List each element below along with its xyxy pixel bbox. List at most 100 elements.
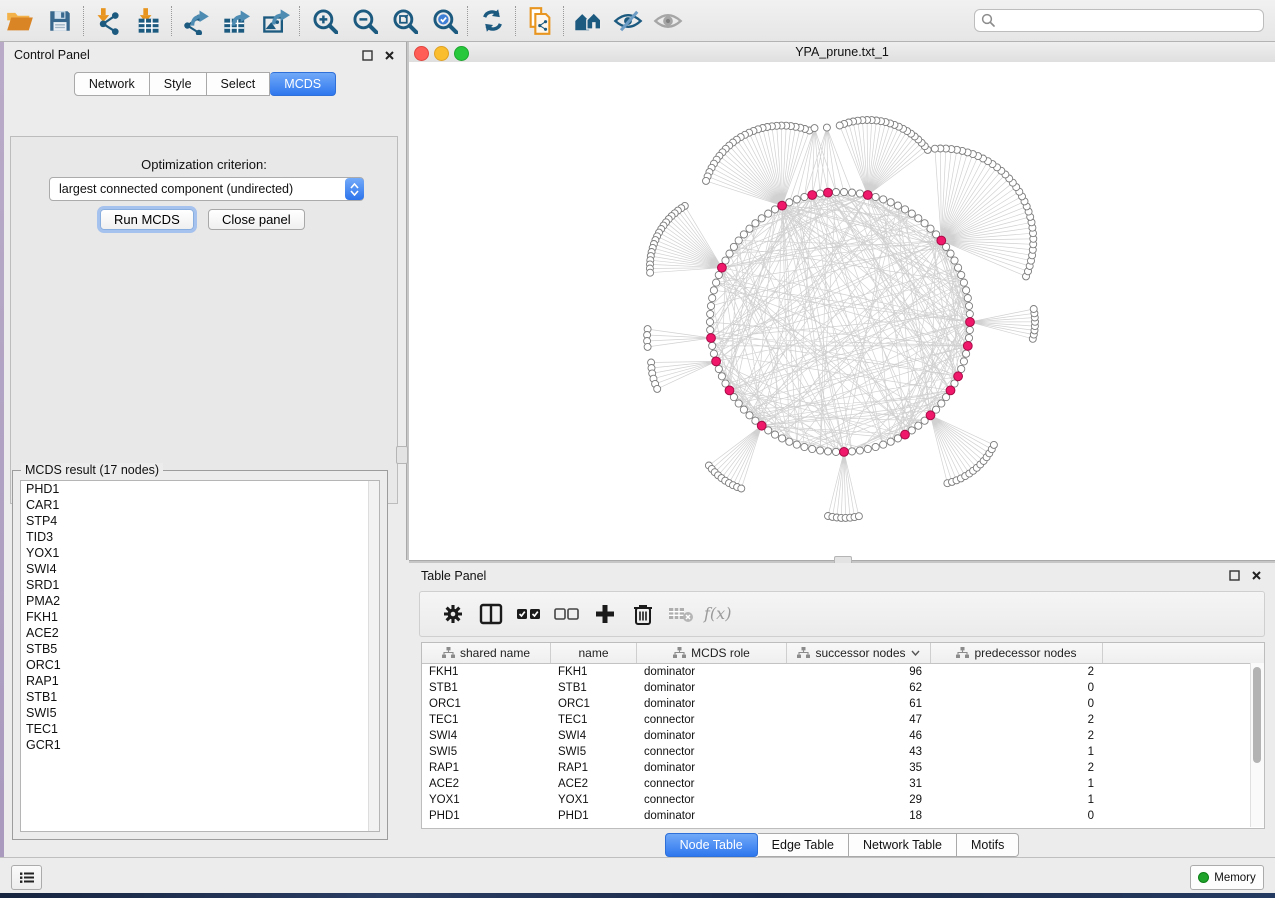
export-table-button[interactable]	[216, 4, 256, 38]
mcds-result-item[interactable]: TEC1	[21, 721, 379, 737]
float-panel-icon[interactable]	[360, 48, 374, 62]
delete-column-button[interactable]	[624, 596, 662, 632]
memory-button[interactable]: Memory	[1190, 865, 1264, 890]
mcds-result-item[interactable]: PHD1	[21, 481, 379, 497]
mcds-result-item[interactable]: PMA2	[21, 593, 379, 609]
table-row-STB1[interactable]: STB1STB1dominator620	[422, 680, 1264, 696]
table-row-PHD1[interactable]: PHD1PHD1dominator180	[422, 808, 1264, 824]
float-panel-icon[interactable]	[1227, 569, 1241, 583]
mcds-result-item[interactable]: STP4	[21, 513, 379, 529]
memory-label: Memory	[1214, 872, 1256, 884]
cell-MCDS-role: dominator	[637, 666, 787, 678]
select-all-columns-button[interactable]	[510, 596, 548, 632]
clone-network-button[interactable]	[520, 4, 560, 38]
column-header-successor-nodes[interactable]: successor nodes	[787, 643, 931, 663]
save-button[interactable]	[40, 4, 80, 38]
zoom-fit-button[interactable]	[384, 4, 424, 38]
table-scrollbar[interactable]	[1250, 663, 1264, 827]
deselect-all-columns-button[interactable]	[548, 596, 586, 632]
mcds-result-item[interactable]: STB5	[21, 641, 379, 657]
tab-node-table[interactable]: Node Table	[665, 833, 758, 857]
column-label: MCDS role	[691, 646, 750, 660]
column-header-predecessor-nodes[interactable]: predecessor nodes	[931, 643, 1103, 663]
mcds-result-item[interactable]: TID3	[21, 529, 379, 545]
mcds-result-item[interactable]: STB1	[21, 689, 379, 705]
export-network-button[interactable]	[176, 4, 216, 38]
search-input[interactable]	[996, 11, 1263, 31]
zoom-in-button[interactable]	[304, 4, 344, 38]
table-scrollbar-thumb[interactable]	[1253, 667, 1261, 763]
close-panel-button[interactable]: Close panel	[208, 209, 305, 230]
mcds-result-item[interactable]: CAR1	[21, 497, 379, 513]
mcds-result-item[interactable]: YOX1	[21, 545, 379, 561]
tab-style[interactable]: Style	[150, 72, 207, 96]
hide-selected-button[interactable]	[608, 4, 648, 38]
table-row-ACE2[interactable]: ACE2ACE2connector311	[422, 776, 1264, 792]
column-header-name[interactable]: name	[551, 643, 637, 663]
mcds-result-item[interactable]: FKH1	[21, 609, 379, 625]
table-settings-button[interactable]	[434, 596, 472, 632]
search-box[interactable]	[974, 9, 1264, 32]
table-row-SWI5[interactable]: SWI5SWI5connector431	[422, 744, 1264, 760]
zoom-out-button[interactable]	[344, 4, 384, 38]
zoom-selected-button[interactable]	[424, 4, 464, 38]
column-header-MCDS-role[interactable]: MCDS role	[637, 643, 787, 663]
mcds-result-item[interactable]: GCR1	[21, 737, 379, 753]
cell-predecessor-nodes: 0	[931, 698, 1103, 710]
list-icon	[19, 871, 35, 884]
table-row-YOX1[interactable]: YOX1YOX1connector291	[422, 792, 1264, 808]
export-image-button[interactable]	[256, 4, 296, 38]
result-list-scrollbar[interactable]	[368, 481, 379, 831]
tab-select[interactable]: Select	[207, 72, 271, 96]
run-mcds-button[interactable]: Run MCDS	[100, 209, 194, 230]
network-canvas[interactable]	[409, 62, 1275, 560]
close-panel-icon[interactable]	[382, 48, 396, 62]
task-history-button[interactable]	[11, 865, 42, 890]
svg-text:f(x): f(x)	[703, 604, 731, 623]
open-button[interactable]	[0, 4, 40, 38]
cell-MCDS-role: dominator	[637, 730, 787, 742]
tab-mcds[interactable]: MCDS	[270, 72, 336, 96]
mcds-result-item[interactable]: ORC1	[21, 657, 379, 673]
column-layout-button[interactable]	[472, 596, 510, 632]
search-icon	[981, 13, 996, 28]
cell-name: SWI4	[551, 730, 637, 742]
table-header-row: shared name name MCDS role successor nodesp…	[422, 643, 1264, 664]
import-table-button[interactable]	[128, 4, 168, 38]
table-row-RAP1[interactable]: RAP1RAP1dominator352	[422, 760, 1264, 776]
mcds-result-item[interactable]: SRD1	[21, 577, 379, 593]
first-neighbors-button[interactable]	[568, 4, 608, 38]
import-network-button[interactable]	[88, 4, 128, 38]
cell-predecessor-nodes: 2	[931, 762, 1103, 774]
vertical-splitter-handle[interactable]	[396, 446, 408, 464]
tab-edge-table[interactable]: Edge Table	[758, 833, 849, 857]
tab-network[interactable]: Network	[74, 72, 150, 96]
cell-successor-nodes: 46	[787, 730, 931, 742]
mcds-result-list[interactable]: PHD1CAR1STP4TID3YOX1SWI4SRD1PMA2FKH1ACE2…	[20, 480, 380, 832]
mcds-result-item[interactable]: RAP1	[21, 673, 379, 689]
cell-shared-name: SWI4	[422, 730, 551, 742]
cell-successor-nodes: 62	[787, 682, 931, 694]
cell-predecessor-nodes: 0	[931, 810, 1103, 822]
mcds-result-item[interactable]: ACE2	[21, 625, 379, 641]
toolbar-separator	[563, 6, 565, 36]
add-column-button[interactable]	[586, 596, 624, 632]
table-row-TEC1[interactable]: TEC1TEC1connector472	[422, 712, 1264, 728]
tab-network-table[interactable]: Network Table	[849, 833, 957, 857]
clone-network-icon	[526, 7, 554, 35]
network-window-titlebar[interactable]: YPA_prune.txt_1	[409, 42, 1275, 63]
mcds-result-item[interactable]: SWI4	[21, 561, 379, 577]
tab-motifs[interactable]: Motifs	[957, 833, 1019, 857]
column-header-shared-name[interactable]: shared name	[422, 643, 551, 663]
mcds-result-item[interactable]: SWI5	[21, 705, 379, 721]
cell-MCDS-role: connector	[637, 714, 787, 726]
network-window-title: YPA_prune.txt_1	[409, 45, 1275, 59]
column-label: shared name	[460, 646, 530, 660]
table-row-ORC1[interactable]: ORC1ORC1dominator610	[422, 696, 1264, 712]
close-panel-icon[interactable]	[1249, 569, 1263, 583]
table-row-SWI4[interactable]: SWI4SWI4dominator462	[422, 728, 1264, 744]
cell-MCDS-role: connector	[637, 778, 787, 790]
table-row-FKH1[interactable]: FKH1FKH1dominator962	[422, 664, 1264, 680]
optimization-criterion-select[interactable]: largest connected component (undirected)	[49, 177, 364, 201]
refresh-button[interactable]	[472, 4, 512, 38]
